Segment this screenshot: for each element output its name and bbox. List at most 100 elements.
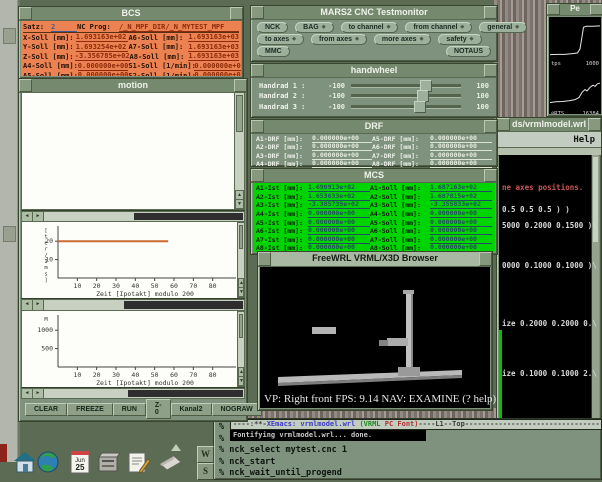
maximize-icon[interactable] xyxy=(588,118,601,131)
mcs-titlebar[interactable]: MCS xyxy=(251,169,497,183)
handwheel-titlebar[interactable]: handwheel xyxy=(251,64,497,78)
scroll-right-icon[interactable]: ► xyxy=(33,389,44,398)
button-safety[interactable]: safety◆ xyxy=(438,34,481,45)
xemacs-titlebar[interactable]: ds/vrmlmodel.wrl xyxy=(497,118,601,132)
minimize-icon[interactable] xyxy=(497,118,510,131)
button-clear[interactable]: CLEAR xyxy=(25,403,67,416)
mars2-titlebar[interactable]: MARS2 CNC Testmonitor xyxy=(251,6,497,20)
button-more-axes[interactable]: more axes◆ xyxy=(374,34,432,45)
minimize-icon[interactable] xyxy=(258,252,271,266)
menu-help[interactable]: Help xyxy=(573,135,595,145)
minimize-icon[interactable] xyxy=(251,120,264,133)
scroll-right-icon[interactable]: ► xyxy=(33,212,44,221)
window-drf: DRF A1-DRF [mm]:0.000000e+00A5-DRF [mm]:… xyxy=(250,119,498,167)
scroll-right-icon[interactable]: ► xyxy=(33,300,44,309)
scroll-left-icon[interactable]: ◄ xyxy=(22,389,33,398)
maximize-icon[interactable] xyxy=(479,252,492,266)
button-general[interactable]: general◆ xyxy=(479,22,527,33)
window-motion: motion ▲ ▼ ◄ ► 20101020304050607080Zeit … xyxy=(18,78,248,422)
handwheel-slider[interactable] xyxy=(351,94,461,98)
button-notaus[interactable]: NOTAUS xyxy=(446,46,491,57)
window-xemacs-vrmlmodel: ds/vrmlmodel.wrl Help ne axes positions.… xyxy=(496,117,602,430)
minimize-icon[interactable] xyxy=(251,6,264,19)
mail-icon[interactable] xyxy=(158,449,182,475)
calendar-icon[interactable]: Jun25 xyxy=(68,449,92,475)
xemacs-echo-area: Fontifying vrmlmodel.wrl... done. xyxy=(230,430,426,441)
performance-titlebar[interactable]: Pe xyxy=(547,4,602,16)
notes-icon[interactable] xyxy=(127,449,151,475)
maximize-icon[interactable] xyxy=(230,7,243,20)
motion-hscrollbar[interactable]: ◄ ► xyxy=(21,211,245,222)
button-nck[interactable]: NCK xyxy=(257,22,288,33)
button-from-channel[interactable]: from channel◆ xyxy=(405,22,472,33)
motion-canvas-vscrollbar[interactable]: ▲ ▼ xyxy=(234,92,245,210)
minimize-icon[interactable] xyxy=(251,169,264,182)
scrollbar-thumb[interactable] xyxy=(239,225,243,249)
option-diamond-icon: ◆ xyxy=(515,25,519,30)
workspace-w-button[interactable]: W xyxy=(197,446,214,463)
mcs-row-label: A6-Soll [mm]: xyxy=(370,227,430,235)
scroll-down-icon[interactable]: ▼ xyxy=(238,376,244,386)
button-nograw[interactable]: NOGRAW xyxy=(212,403,262,416)
minimize-icon[interactable] xyxy=(19,79,32,92)
slider-thumb[interactable] xyxy=(414,101,426,113)
svg-text:1000: 1000 xyxy=(37,326,53,334)
freewrl-titlebar[interactable]: FreeWRL VRML/X3D Browser xyxy=(258,252,492,267)
svg-text:25: 25 xyxy=(76,463,85,472)
desktop: ds/vrmlmodel.wrl Help ne axes positions.… xyxy=(0,0,602,482)
maximize-icon[interactable] xyxy=(484,120,497,133)
button-bag[interactable]: BAG◆ xyxy=(295,22,333,33)
drf-titlebar[interactable]: DRF xyxy=(251,120,497,134)
button-to-axes[interactable]: to axes◆ xyxy=(257,34,304,45)
workspace-s-button[interactable]: S xyxy=(197,463,214,480)
button-z-0[interactable]: Z-0 xyxy=(146,399,171,419)
globe-icon[interactable] xyxy=(36,449,60,475)
bcs-titlebar[interactable]: BCS xyxy=(19,7,243,21)
panel-arrow-icon[interactable] xyxy=(171,444,181,451)
plot1-vscrollbar[interactable]: ▲ ▼ xyxy=(237,222,245,298)
minimize-icon[interactable] xyxy=(251,64,264,77)
maximize-icon[interactable] xyxy=(484,169,497,182)
drawer-icon xyxy=(97,449,121,475)
motion-titlebar[interactable]: motion xyxy=(19,79,247,93)
scrollbar-track[interactable] xyxy=(44,300,244,309)
scrollbar-thumb[interactable] xyxy=(124,301,243,308)
button-freeze[interactable]: FREEZE xyxy=(67,403,113,416)
button-mmc[interactable]: MMC xyxy=(257,46,290,57)
maximize-icon[interactable] xyxy=(590,4,602,15)
button-run[interactable]: RUN xyxy=(113,403,146,416)
button-label: from channel xyxy=(413,24,457,31)
button-to-channel[interactable]: to channel◆ xyxy=(341,22,399,33)
button-from-axes[interactable]: from axes◆ xyxy=(311,34,367,45)
scroll-down-icon[interactable]: ▼ xyxy=(235,199,244,209)
scroll-left-icon[interactable]: ◄ xyxy=(22,300,33,309)
plot2-hscrollbar[interactable]: ◄ ► xyxy=(21,388,245,399)
maximize-icon[interactable] xyxy=(484,6,497,19)
minimize-icon[interactable] xyxy=(19,7,32,20)
scrollbar-track[interactable] xyxy=(44,389,244,398)
maximize-icon[interactable] xyxy=(234,79,247,92)
plot2-vscrollbar[interactable]: ▲ ▼ xyxy=(237,311,245,387)
motion-canvas[interactable] xyxy=(21,92,234,210)
scrollbar-thumb[interactable] xyxy=(236,95,243,132)
ncprog-label: NC Prog: xyxy=(77,23,119,31)
scroll-left-icon[interactable]: ◄ xyxy=(22,212,33,221)
scrollbar-track[interactable] xyxy=(44,212,244,221)
ncprog-value: /_N_MPF_DIR/_N_MYTEST_MPF xyxy=(119,23,239,32)
button-label: safety xyxy=(446,36,466,43)
maximize-icon[interactable] xyxy=(484,64,497,77)
plot1-hscrollbar[interactable]: ◄ ► xyxy=(21,299,245,310)
drawer-icon[interactable] xyxy=(97,449,121,475)
scrollbar-thumb[interactable] xyxy=(239,314,243,338)
freewrl-canvas[interactable]: VP: Right front FPS: 9.14 NAV: EXAMINE (… xyxy=(260,267,490,408)
button-kanal2[interactable]: Kanal2 xyxy=(171,403,212,416)
scrollbar-thumb[interactable] xyxy=(128,390,243,397)
xemacs-editor[interactable]: ne axes positions.0.5 0.5 0.5 ) )5000 0.… xyxy=(499,155,599,427)
editor-scrollbar[interactable] xyxy=(591,155,599,427)
scrollbar-thumb[interactable] xyxy=(134,213,243,220)
handwheel-slider[interactable] xyxy=(351,105,461,109)
handwheel-slider[interactable] xyxy=(351,84,461,88)
scroll-down-icon[interactable]: ▼ xyxy=(238,287,244,297)
home-icon[interactable] xyxy=(13,449,37,475)
minimize-icon[interactable] xyxy=(547,4,560,15)
